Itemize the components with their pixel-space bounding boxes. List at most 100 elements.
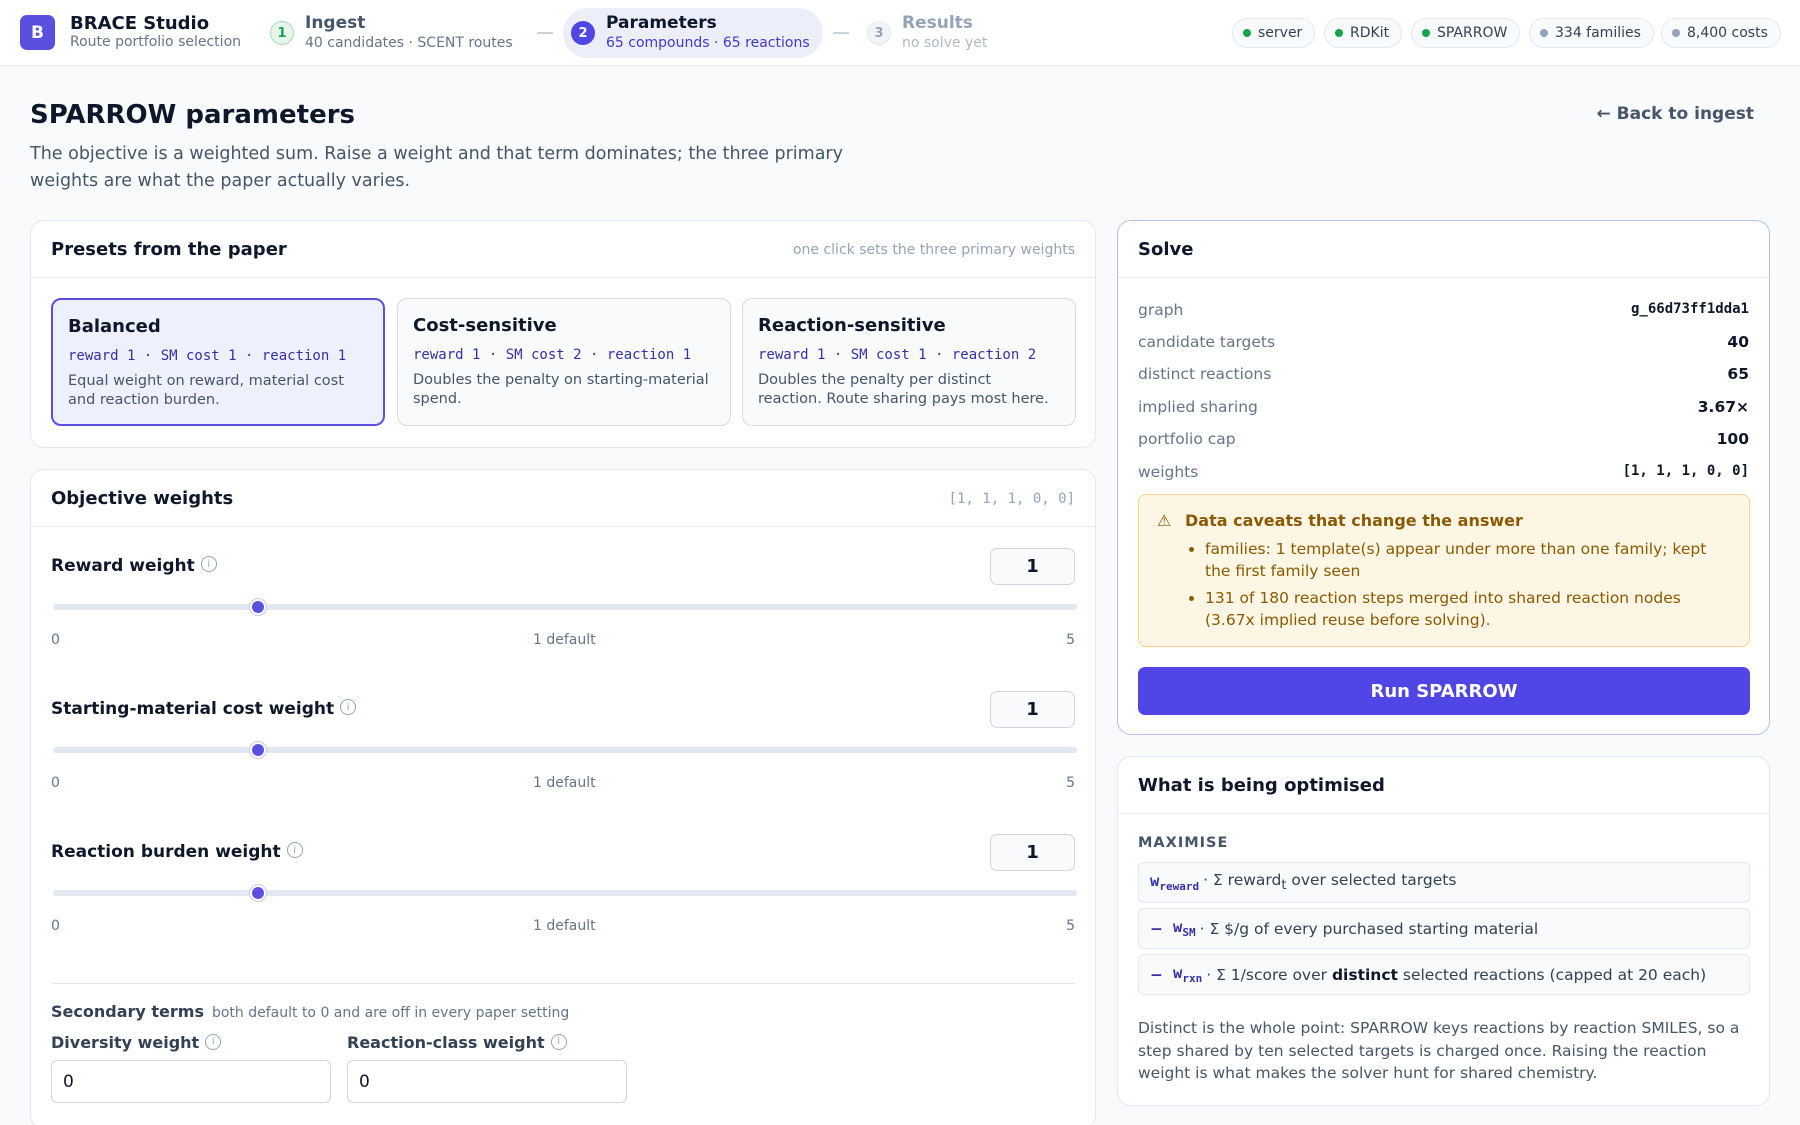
reaction-weight-input[interactable]: 1 (990, 834, 1075, 871)
weights-card-header: Objective weights [1, 1, 1, 0, 0] (31, 470, 1095, 527)
slider-max-label: 5 (1066, 775, 1075, 791)
page-title: SPARROW parameters (30, 100, 355, 130)
reward-weight-slider-handle[interactable] (249, 599, 266, 615)
minus-sign: − (1150, 965, 1163, 984)
info-icon[interactable]: i (205, 1033, 222, 1050)
step-1-title: Ingest (305, 13, 366, 33)
caveat-list: families: 1 template(s) appear under mor… (1205, 538, 1735, 636)
app-subtitle: Route portfolio selection (70, 34, 242, 50)
reward-weight-label: Reward weight i (51, 556, 217, 576)
slider-default-label: 1 default (533, 918, 596, 934)
diversity-weight-input[interactable]: 0 (51, 1060, 331, 1103)
preset-balanced[interactable]: Balanced reward 1 · SM cost 1 · reaction… (51, 298, 385, 426)
optimised-note: Distinct is the whole point: SPARROW key… (1138, 1019, 1740, 1082)
app-logo: B (20, 15, 55, 50)
status-chip-families: 334 families (1529, 18, 1654, 48)
slider-min-label: 0 (51, 632, 60, 648)
status-dot-icon (1335, 29, 1343, 37)
run-sparrow-button[interactable]: Run SPARROW (1138, 667, 1750, 715)
step-2-subtitle: 65 compounds · 65 reactions (606, 35, 810, 51)
status-chip-rdkit: RDKit (1324, 18, 1403, 48)
sm-cost-weight-slider-handle[interactable] (249, 742, 266, 758)
status-dot-icon (1540, 29, 1548, 37)
preset-weights: reward 1 · SM cost 1 · reaction 1 (68, 348, 347, 364)
caveat-item: 131 of 180 reaction steps merged into sh… (1205, 587, 1735, 631)
app-title: BRACE Studio (70, 13, 210, 34)
preset-title: Cost-sensitive (413, 315, 557, 336)
objective-term-reactions: − wrxn · Σ 1/score over distinct selecte… (1138, 954, 1750, 995)
reaction-weight-text: Reaction burden weight (51, 842, 281, 862)
portfolio-cap-value: 100 (1716, 430, 1749, 448)
maximise-label: MAXIMISE (1138, 835, 1229, 851)
step-ingest[interactable]: 1 Ingest 40 candidates · SCENT routes (262, 8, 517, 58)
preset-description: Equal weight on reward, material cost an… (68, 373, 344, 408)
implied-sharing-key: implied sharing (1138, 398, 1258, 416)
step-parameters[interactable]: 2 Parameters 65 compounds · 65 reactions (563, 8, 823, 58)
preset-description: Doubles the penalty per distinct reactio… (758, 372, 1049, 407)
portfolio-cap-key: portfolio cap (1138, 430, 1236, 448)
info-icon[interactable]: i (340, 699, 357, 715)
reaction-class-weight-text: Reaction-class weight (347, 1033, 545, 1052)
status-chip-label: server (1258, 25, 1303, 41)
status-chip-label: RDKit (1350, 25, 1390, 41)
distinct-reactions-key: distinct reactions (1138, 365, 1272, 383)
back-to-ingest-link[interactable]: ← Back to ingest (1597, 104, 1755, 124)
secondary-terms-heading: Secondary terms both default to 0 and are… (51, 1002, 569, 1021)
minus-sign: − (1150, 919, 1163, 938)
presets-note: one click sets the three primary weights (792, 242, 1075, 258)
step-3-title: Results (902, 13, 973, 33)
reaction-weight-slider-handle[interactable] (249, 885, 266, 901)
secondary-terms-label: Secondary terms (51, 1002, 204, 1021)
slider-min-label: 0 (51, 918, 60, 934)
preset-cost-sensitive[interactable]: Cost-sensitive reward 1 · SM cost 2 · re… (397, 298, 731, 426)
step-3-number: 3 (867, 21, 891, 45)
slider-default-label: 1 default (533, 775, 596, 791)
sm-cost-weight-text: Starting-material cost weight (51, 699, 335, 719)
reward-weight-slider-track[interactable] (53, 599, 1077, 615)
reaction-weight-slider-track[interactable] (53, 885, 1077, 901)
sm-cost-weight-label: Starting-material cost weight i (51, 699, 357, 719)
preset-reaction-sensitive[interactable]: Reaction-sensitive reward 1 · SM cost 1 … (742, 298, 1076, 426)
optimised-title: What is being optimised (1138, 775, 1385, 796)
graph-value: g_66d73ff1dda1 (1630, 301, 1749, 317)
secondary-terms-hint: both default to 0 and are off in every p… (211, 1005, 570, 1021)
weights-card: Objective weights [1, 1, 1, 0, 0] Reward… (30, 469, 1096, 1125)
status-chip-label: 334 families (1555, 25, 1641, 41)
caveat-title: Data caveats that change the answer (1185, 511, 1523, 530)
optimised-card: What is being optimised MAXIMISE wreward… (1117, 756, 1770, 1106)
presets-card: Presets from the paper one click sets th… (30, 220, 1096, 448)
step-3-subtitle: no solve yet (902, 35, 988, 51)
solve-card: Solve graph g_66d73ff1dda1 candidate tar… (1117, 220, 1770, 735)
diversity-weight-label: Diversity weight i (51, 1033, 222, 1052)
preset-description: Doubles the penalty on starting-material… (413, 372, 709, 407)
sm-cost-weight-input[interactable]: 1 (990, 691, 1075, 728)
reward-weight-text: Reward weight (51, 556, 195, 576)
status-chip-server: server (1232, 18, 1316, 48)
optimised-card-header: What is being optimised (1118, 757, 1769, 814)
step-2-title: Parameters (606, 13, 717, 33)
info-icon[interactable]: i (550, 1033, 567, 1050)
data-caveats-panel: ⚠ Data caveats that change the answer fa… (1138, 494, 1750, 647)
reaction-weight-label: Reaction burden weight i (51, 842, 303, 862)
slider-min-label: 0 (51, 775, 60, 791)
slider-max-label: 5 (1066, 632, 1075, 648)
weights-value: [1, 1, 1, 0, 0] (1622, 463, 1749, 479)
sm-cost-weight-slider-track[interactable] (53, 742, 1077, 758)
info-icon[interactable]: i (200, 556, 217, 572)
preset-title: Reaction-sensitive (758, 315, 946, 336)
distinct-reactions-value: 65 (1727, 365, 1749, 383)
slider-default-label: 1 default (533, 632, 596, 648)
reward-weight-input[interactable]: 1 (990, 548, 1075, 585)
objective-term-reward: wreward · Σ rewardt over selected target… (1138, 862, 1750, 903)
status-chip-label: 8,400 costs (1687, 25, 1768, 41)
reaction-class-weight-input[interactable]: 0 (347, 1060, 627, 1103)
step-separator (833, 32, 849, 34)
solve-title: Solve (1138, 239, 1194, 260)
step-results[interactable]: 3 Results no solve yet (859, 8, 1009, 58)
step-2-number: 2 (571, 21, 595, 45)
presets-title: Presets from the paper (51, 239, 287, 260)
objective-term-sm-cost: − wSM · Σ $/g of every purchased startin… (1138, 908, 1750, 949)
term-text: · Σ $/g of every purchased starting mate… (1199, 919, 1539, 938)
status-dot-icon (1672, 29, 1680, 37)
info-icon[interactable]: i (286, 842, 303, 858)
